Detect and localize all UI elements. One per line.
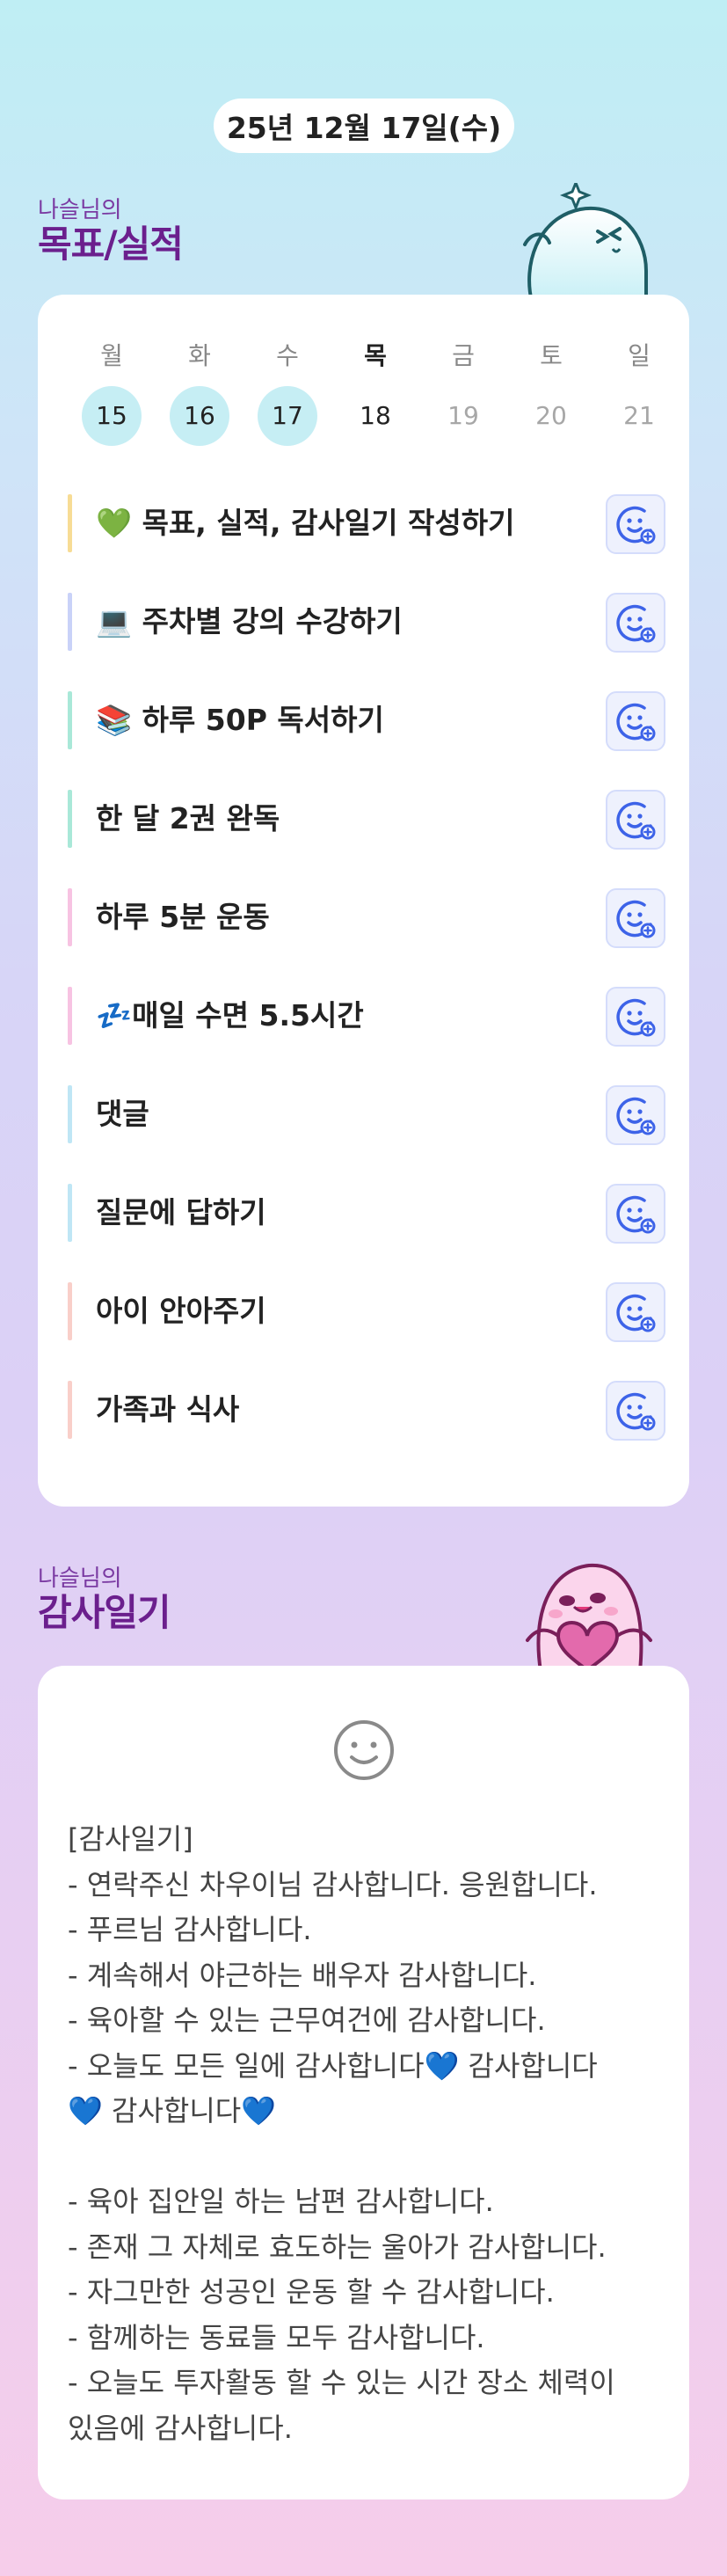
goal-record-button[interactable] <box>606 1184 665 1244</box>
diary-section-title: 감사일기 <box>38 1591 171 1634</box>
goal-text: 댓글 <box>96 1097 149 1131</box>
goal-item: 하루 5분 운동 <box>68 887 665 948</box>
goal-text: 하루 5분 운동 <box>96 900 270 934</box>
day-wed[interactable]: 수 17 <box>258 339 317 446</box>
goal-text: 📚 하루 50P 독서하기 <box>96 703 384 737</box>
goal-text: 가족과 식사 <box>96 1392 240 1427</box>
day-fri[interactable]: 금 19 <box>433 339 493 446</box>
heart-mascot-icon <box>526 1563 652 1671</box>
goal-item: 댓글 <box>68 1084 665 1145</box>
goal-item: 💚 목표, 실적, 감사일기 작성하기 <box>68 493 665 554</box>
goal-color-bar <box>68 888 72 946</box>
smile-plus-icon <box>616 1294 656 1332</box>
goal-color-bar <box>68 691 72 749</box>
goal-record-button[interactable] <box>606 790 665 850</box>
goal-color-bar <box>68 494 72 552</box>
goal-color-bar <box>68 1381 72 1439</box>
goal-color-bar <box>68 987 72 1045</box>
smile-plus-icon <box>616 1392 656 1431</box>
goal-item: 💻 주차별 강의 수강하기 <box>68 591 665 653</box>
smile-plus-icon <box>616 604 656 643</box>
goal-item: 📚 하루 50P 독서하기 <box>68 690 665 751</box>
goal-color-bar <box>68 1184 72 1242</box>
ghost-mascot-icon <box>523 183 648 302</box>
goal-record-button[interactable] <box>606 691 665 751</box>
smile-plus-icon <box>616 998 656 1037</box>
goal-text: 아이 안아주기 <box>96 1294 266 1328</box>
smile-plus-icon <box>616 506 656 544</box>
goal-color-bar <box>68 1085 72 1143</box>
goal-record-button[interactable] <box>606 987 665 1047</box>
smile-plus-icon <box>616 1097 656 1135</box>
day-sat[interactable]: 토 20 <box>521 339 581 446</box>
goal-color-bar <box>68 790 72 848</box>
goal-text: 💤매일 수면 5.5시간 <box>96 998 364 1033</box>
goal-text: 한 달 2권 완독 <box>96 801 280 836</box>
goal-item: 💤매일 수면 5.5시간 <box>68 985 665 1047</box>
day-mon[interactable]: 월 15 <box>82 339 142 446</box>
goal-item: 가족과 식사 <box>68 1379 665 1441</box>
goal-item: 질문에 답하기 <box>68 1182 665 1244</box>
goal-record-button[interactable] <box>606 494 665 554</box>
goal-record-button[interactable] <box>606 593 665 653</box>
smile-plus-icon <box>616 703 656 741</box>
goal-text: 💚 목표, 실적, 감사일기 작성하기 <box>96 506 515 540</box>
day-sun[interactable]: 일 21 <box>609 339 669 446</box>
diary-text: [감사일기] - 연락주신 차우이님 감사합니다. 응원합니다. - 푸르님 감… <box>68 1822 615 2445</box>
day-tue[interactable]: 화 16 <box>170 339 229 446</box>
goals-section-title: 목표/실적 <box>38 223 184 266</box>
day-thu[interactable]: 목 18 <box>345 339 405 446</box>
goal-text: 질문에 답하기 <box>96 1195 266 1230</box>
smile-plus-icon <box>616 801 656 840</box>
goal-record-button[interactable] <box>606 1381 665 1441</box>
goal-item: 아이 안아주기 <box>68 1281 665 1342</box>
goal-item: 한 달 2권 완독 <box>68 788 665 850</box>
goals-card: 월 15 화 16 수 17 목 18 금 19 토 20 일 21 💚 목표, 실적, 감사… <box>38 295 689 1507</box>
goal-record-button[interactable] <box>606 888 665 948</box>
date-pill: 25년 12월 17일(수) <box>214 99 514 153</box>
goal-color-bar <box>68 1282 72 1340</box>
goal-color-bar <box>68 593 72 651</box>
diary-card: [감사일기] - 연락주신 차우이님 감사합니다. 응원합니다. - 푸르님 감… <box>38 1666 689 2499</box>
smile-icon[interactable] <box>332 1719 396 1782</box>
goal-record-button[interactable] <box>606 1085 665 1145</box>
goal-text: 💻 주차별 강의 수강하기 <box>96 604 403 639</box>
smile-plus-icon <box>616 900 656 938</box>
goal-record-button[interactable] <box>606 1282 665 1342</box>
smile-plus-icon <box>616 1195 656 1234</box>
